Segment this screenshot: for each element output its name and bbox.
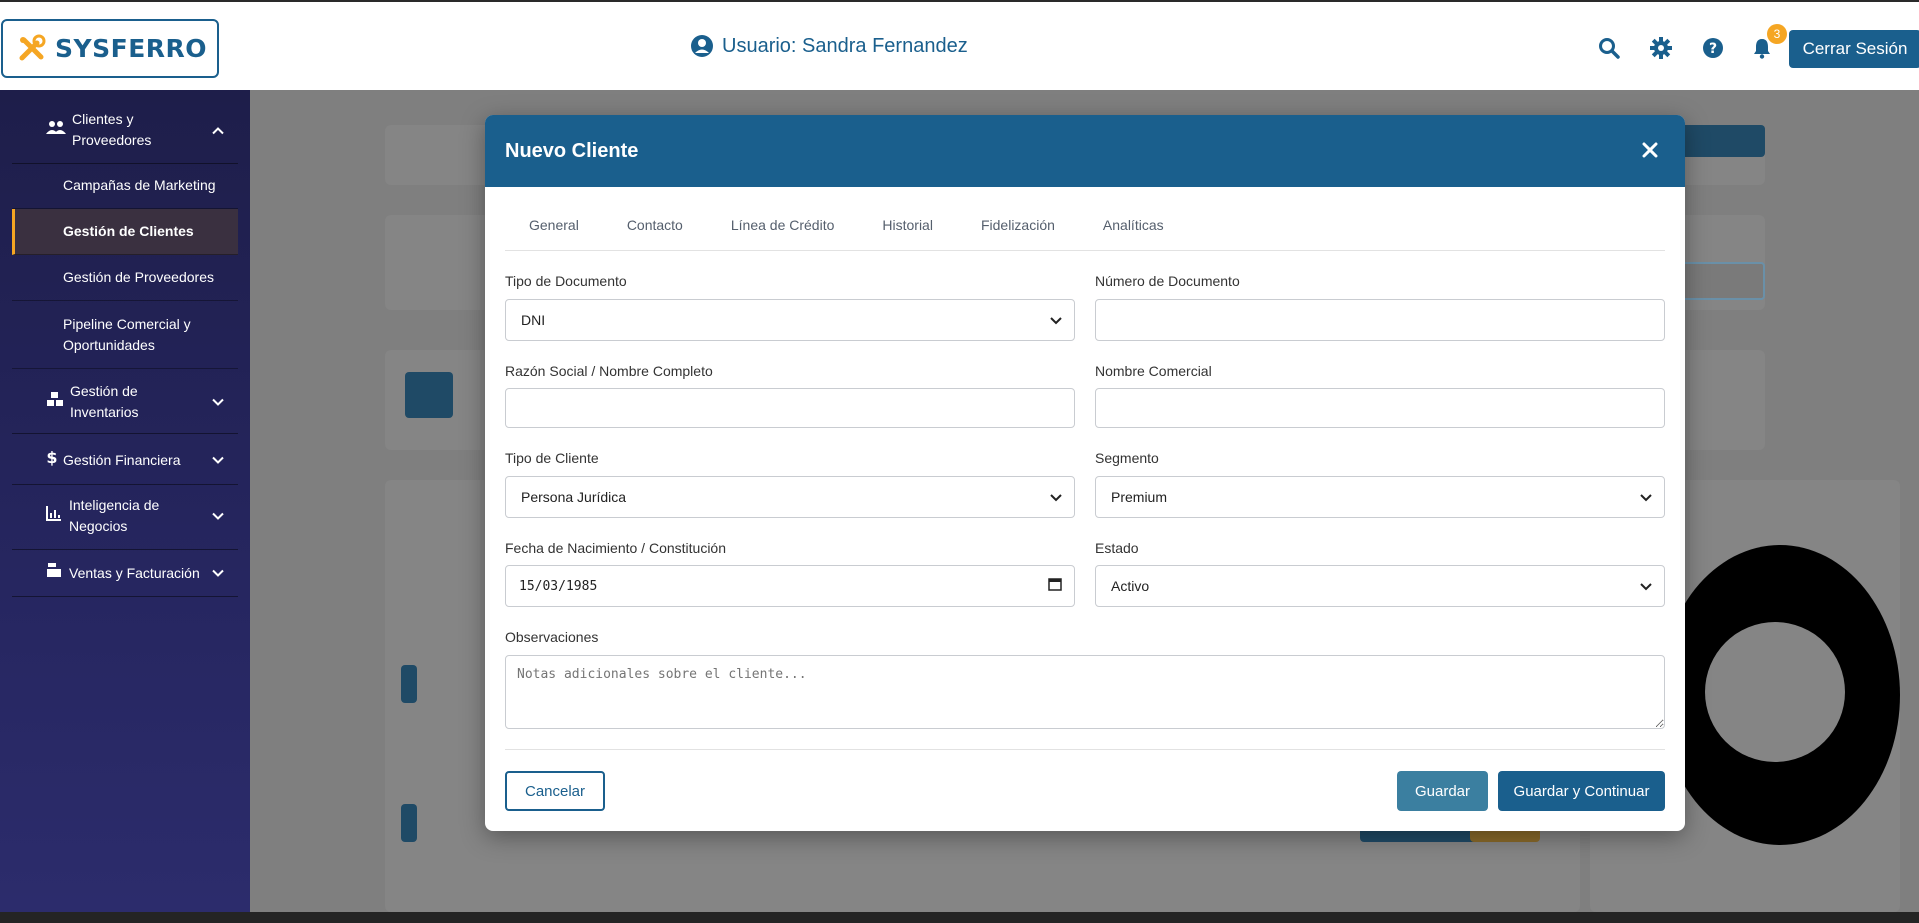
save-continue-button[interactable]: Guardar y Continuar bbox=[1498, 771, 1665, 811]
svg-text:$: $ bbox=[46, 448, 57, 466]
sidebar-item-label: Campañas de Marketing bbox=[63, 177, 216, 193]
user-info: Usuario: Sandra Fernandez bbox=[690, 34, 968, 58]
birth-date-label: Fecha de Nacimiento / Constitución bbox=[505, 540, 726, 556]
chevron-down-icon bbox=[212, 506, 224, 527]
bg-row-marker bbox=[401, 804, 417, 842]
doc-type-value: DNI bbox=[521, 312, 546, 328]
brand-logo[interactable]: SYSFERRO bbox=[1, 19, 219, 78]
notification-badge: 3 bbox=[1767, 24, 1787, 44]
modal-header: Nuevo Cliente bbox=[485, 115, 1685, 187]
sidebar-item-label: Gestión de Clientes bbox=[63, 223, 194, 239]
logout-button[interactable]: Cerrar Sesión bbox=[1789, 30, 1919, 68]
bottom-bar bbox=[0, 912, 1919, 923]
legal-name-input[interactable] bbox=[505, 388, 1075, 428]
notes-label: Observaciones bbox=[505, 629, 599, 645]
sidebar-group-label: Clientes y Proveedores bbox=[72, 111, 152, 148]
close-icon[interactable] bbox=[1637, 137, 1663, 163]
sidebar-item-pipeline[interactable]: Pipeline Comercial y Oportunidades bbox=[12, 301, 238, 369]
sidebar-item-gestion-proveedores[interactable]: Gestión de Proveedores bbox=[12, 255, 238, 301]
tab-fidelizacion[interactable]: Fidelización bbox=[957, 207, 1079, 251]
status-select[interactable]: Activo bbox=[1095, 565, 1665, 607]
trade-name-label: Nombre Comercial bbox=[1095, 363, 1212, 379]
status-label: Estado bbox=[1095, 540, 1139, 556]
segment-label: Segmento bbox=[1095, 450, 1159, 466]
top-header: SYSFERRO Usuario: Sandra Fernandez ? 3 C… bbox=[0, 0, 1919, 90]
segment-value: Premium bbox=[1111, 489, 1168, 505]
search-icon[interactable] bbox=[1597, 36, 1621, 60]
sidebar-divider bbox=[12, 433, 238, 434]
sidebar-divider bbox=[12, 549, 238, 550]
sidebar-group-ventas[interactable]: Ventas y Facturación bbox=[12, 551, 238, 595]
user-circle-icon bbox=[691, 35, 713, 57]
sidebar-group-label: Inteligencia de Negocios bbox=[69, 497, 160, 534]
save-button[interactable]: Guardar bbox=[1397, 771, 1488, 811]
chevron-down-icon bbox=[1640, 578, 1652, 594]
tools-icon bbox=[19, 34, 46, 60]
chevron-down-icon bbox=[1050, 489, 1062, 505]
sidebar-item-campanas[interactable]: Campañas de Marketing bbox=[12, 163, 238, 209]
doc-number-label: Número de Documento bbox=[1095, 273, 1240, 289]
sidebar-group-label: Gestión Financiera bbox=[63, 451, 181, 468]
trade-name-input[interactable] bbox=[1095, 388, 1665, 428]
sidebar-divider bbox=[12, 596, 238, 597]
cash-register-icon bbox=[46, 562, 62, 584]
chevron-down-icon bbox=[212, 450, 224, 471]
chart-icon bbox=[46, 505, 62, 527]
client-type-label: Tipo de Cliente bbox=[505, 450, 599, 466]
sidebar-item-label: Gestión de Proveedores bbox=[63, 269, 214, 285]
brand-name: SYSFERRO bbox=[55, 34, 208, 63]
chevron-down-icon bbox=[1640, 489, 1652, 505]
doc-number-input[interactable] bbox=[1095, 299, 1665, 341]
gear-icon[interactable] bbox=[1649, 36, 1673, 60]
chevron-down-icon bbox=[212, 563, 224, 584]
birth-date-value: 15/03/1985 bbox=[519, 578, 598, 594]
calendar-icon[interactable] bbox=[1048, 577, 1062, 595]
chevron-down-icon bbox=[212, 392, 224, 413]
modal-tabs: General Contacto Línea de Crédito Histor… bbox=[505, 207, 1665, 251]
user-label: Usuario: Sandra Fernandez bbox=[722, 34, 968, 57]
segment-select[interactable]: Premium bbox=[1095, 476, 1665, 518]
help-icon[interactable]: ? bbox=[1701, 36, 1725, 60]
boxes-icon bbox=[46, 391, 64, 413]
tab-analiticas[interactable]: Analíticas bbox=[1079, 207, 1188, 251]
new-client-modal: Nuevo Cliente General Contacto Línea de … bbox=[485, 115, 1685, 831]
notes-textarea[interactable] bbox=[505, 655, 1665, 729]
svg-text:?: ? bbox=[1709, 41, 1717, 57]
sidebar-group-inteligencia[interactable]: Inteligencia de Negocios bbox=[12, 488, 238, 544]
status-value: Activo bbox=[1111, 578, 1150, 594]
chevron-down-icon bbox=[1050, 312, 1062, 328]
tab-historial[interactable]: Historial bbox=[858, 207, 957, 251]
sidebar-item-label: Pipeline Comercial y Oportunidades bbox=[63, 315, 191, 353]
modal-divider bbox=[505, 749, 1665, 750]
dollar-icon: $ bbox=[46, 448, 58, 472]
doc-type-select[interactable]: DNI bbox=[505, 299, 1075, 341]
legal-name-label: Razón Social / Nombre Completo bbox=[505, 363, 713, 379]
sidebar-group-inventarios[interactable]: Gestión de Inventarios bbox=[12, 374, 238, 430]
users-icon bbox=[46, 119, 66, 141]
client-type-select[interactable]: Persona Jurídica bbox=[505, 476, 1075, 518]
sidebar-item-gestion-clientes[interactable]: Gestión de Clientes bbox=[12, 209, 238, 255]
bg-stat-icon bbox=[405, 372, 453, 418]
modal-title: Nuevo Cliente bbox=[505, 139, 639, 162]
client-type-value: Persona Jurídica bbox=[521, 489, 627, 505]
sidebar-group-clientes[interactable]: Clientes y Proveedores bbox=[12, 105, 238, 155]
tab-general[interactable]: General bbox=[505, 207, 603, 251]
cancel-button[interactable]: Cancelar bbox=[505, 771, 605, 811]
bg-donut-hole bbox=[1705, 622, 1845, 762]
tab-contacto[interactable]: Contacto bbox=[603, 207, 707, 251]
sidebar-group-label: Ventas y Facturación bbox=[69, 564, 200, 581]
tab-linea-credito[interactable]: Línea de Crédito bbox=[707, 207, 859, 251]
bg-row-marker bbox=[401, 665, 417, 703]
sidebar-group-label: Gestión de Inventarios bbox=[70, 383, 139, 420]
chevron-up-icon bbox=[212, 120, 224, 141]
sidebar-divider bbox=[12, 484, 238, 485]
sidebar-group-financiera[interactable]: $ Gestión Financiera bbox=[12, 437, 238, 483]
birth-date-input[interactable]: 15/03/1985 bbox=[505, 565, 1075, 607]
doc-type-label: Tipo de Documento bbox=[505, 273, 627, 289]
